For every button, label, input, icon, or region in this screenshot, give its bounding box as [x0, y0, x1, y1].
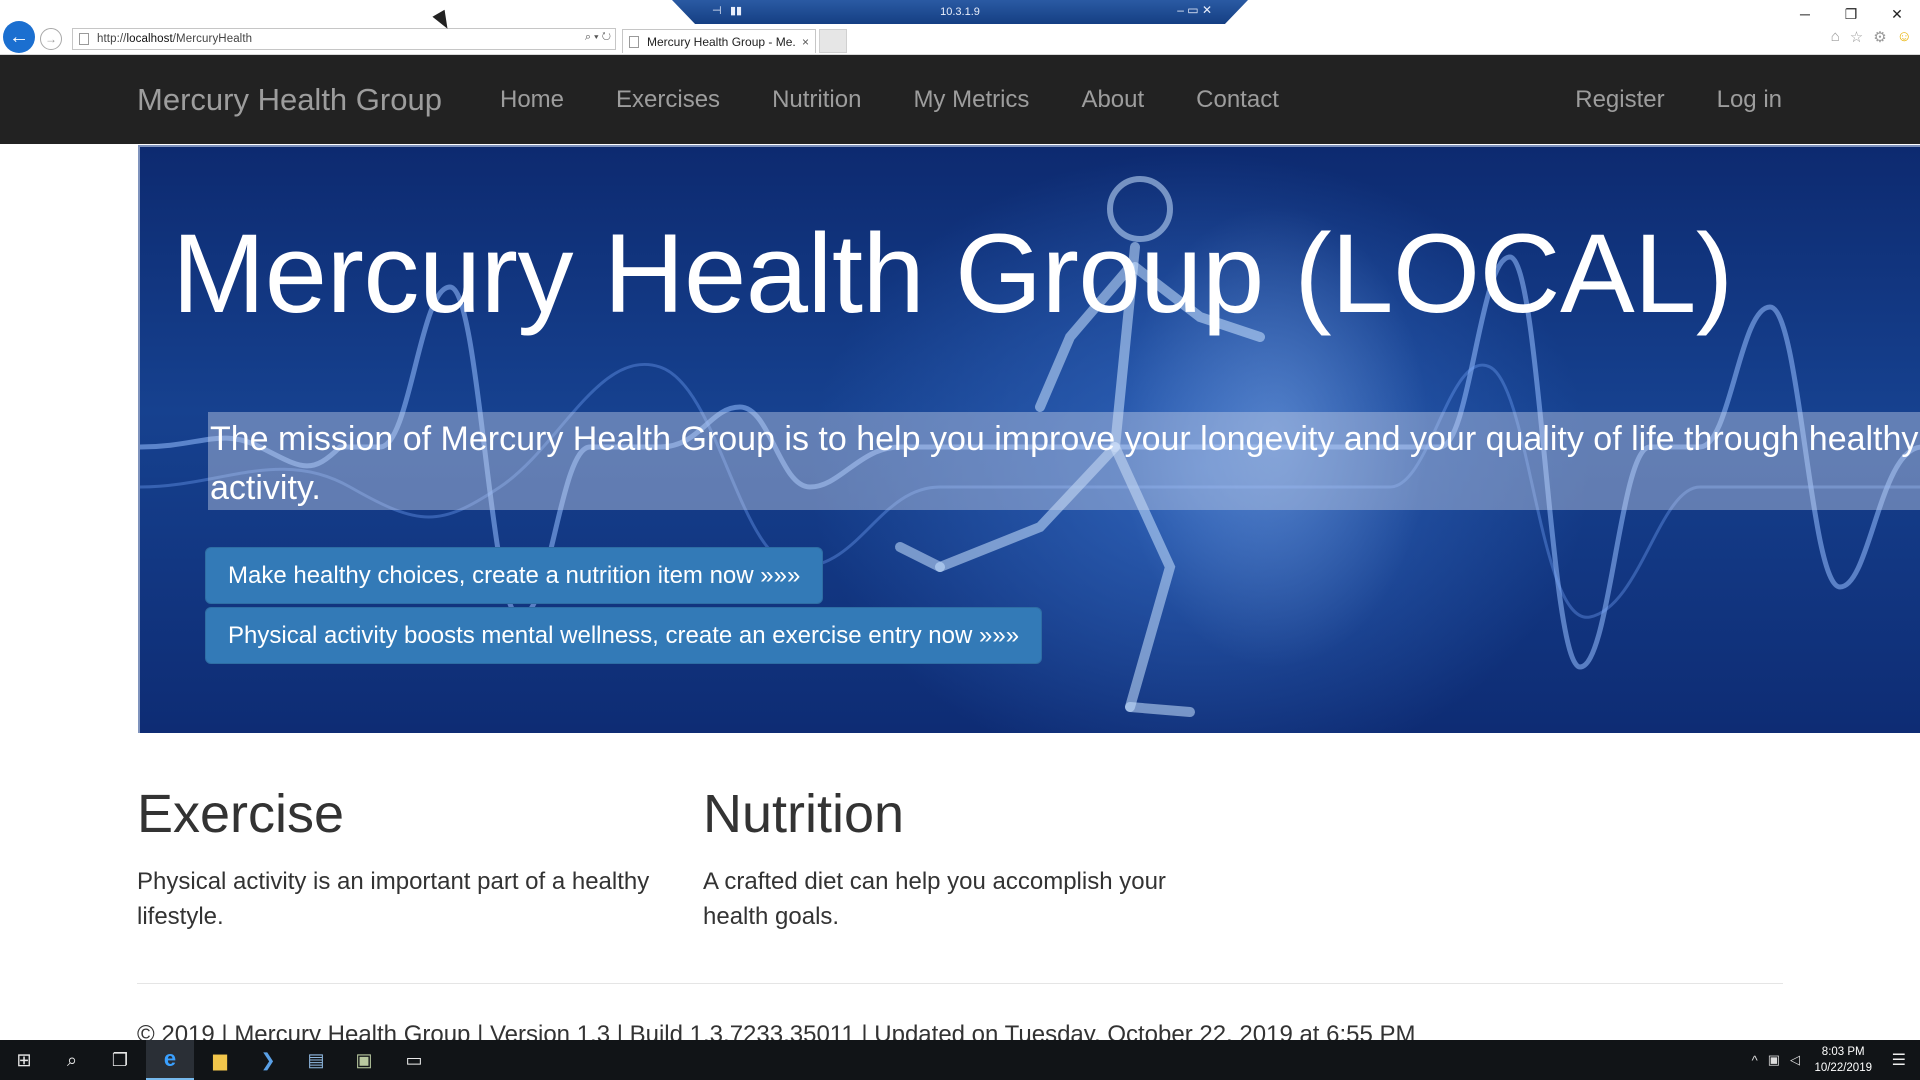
admin-tools-icon[interactable]: ▣	[340, 1040, 388, 1080]
url-path: /MercuryHealth	[172, 33, 253, 45]
browser-chrome: ← → http://localhost/MercuryHealth ⌕ ▾ ↻…	[0, 0, 1920, 55]
create-exercise-button[interactable]: Physical activity boosts mental wellness…	[205, 607, 1043, 664]
footer-divider	[137, 983, 1783, 984]
tray-chevron-icon[interactable]: ^	[1752, 1053, 1758, 1068]
account-links: Register Log in	[1575, 55, 1782, 144]
page-icon	[79, 33, 89, 45]
tab-title: Mercury Health Group - Me...	[647, 34, 796, 49]
site-brand[interactable]: Mercury Health Group	[137, 55, 442, 144]
clock-time: 8:03 PM	[1821, 1046, 1865, 1058]
nutrition-description: A crafted diet can help you accomplish y…	[703, 868, 1166, 930]
search-icon[interactable]: ⌕	[48, 1040, 96, 1080]
create-nutrition-button[interactable]: Make healthy choices, create a nutrition…	[205, 547, 824, 604]
hero-banner: Mercury Health Group (LOCAL) The mission…	[138, 145, 1920, 733]
remote-window-controls[interactable]: – ▭ ✕	[1177, 3, 1212, 17]
nav-home[interactable]: Home	[500, 55, 564, 144]
url-prefix: http://	[97, 33, 127, 45]
network-icon[interactable]: ▣	[1768, 1052, 1780, 1068]
nutrition-section: Nutrition A crafted diet can help you ac…	[703, 780, 1223, 934]
system-tray: ^ ▣ ◁	[1752, 1040, 1800, 1080]
command-prompt-icon[interactable]: ▭	[390, 1040, 438, 1080]
nav-links: Home Exercises Nutrition My Metrics Abou…	[500, 55, 1279, 144]
hero-title: Mercury Health Group (LOCAL)	[172, 211, 1733, 336]
mission-line-1: The mission of Mercury Health Group is t…	[210, 420, 1919, 458]
volume-icon[interactable]: ◁	[1790, 1052, 1800, 1068]
internet-explorer-icon[interactable]: e	[146, 1040, 194, 1080]
start-windows-icon[interactable]: ⊞	[0, 1040, 48, 1080]
address-url[interactable]: http://localhost/MercuryHealth	[97, 33, 252, 45]
nutrition-heading: Nutrition	[703, 784, 905, 844]
new-tab-button[interactable]	[819, 29, 847, 53]
browser-toolbar: ⌂ ☆ ⚙ ☺	[1831, 28, 1912, 46]
close-icon[interactable]: ✕	[1874, 2, 1920, 26]
nav-register[interactable]: Register	[1575, 55, 1664, 144]
exercise-section: Exercise Physical activity is an importa…	[137, 780, 657, 934]
nav-my-metrics[interactable]: My Metrics	[913, 55, 1029, 144]
url-host: localhost	[126, 33, 173, 45]
clock-date: 10/22/2019	[1814, 1062, 1872, 1074]
home-icon[interactable]: ⌂	[1831, 28, 1840, 46]
nav-exercises[interactable]: Exercises	[616, 55, 720, 144]
address-bar[interactable]: http://localhost/MercuryHealth ⌕ ▾ ↻	[72, 28, 616, 50]
mission-statement: The mission of Mercury Health Group is t…	[210, 415, 1920, 513]
file-explorer-icon[interactable]: ▆	[196, 1040, 244, 1080]
action-center-icon[interactable]: ☰	[1892, 1050, 1906, 1070]
settings-gear-icon[interactable]: ⚙	[1873, 28, 1886, 46]
feedback-smiley-icon[interactable]: ☺	[1897, 28, 1912, 46]
nav-about[interactable]: About	[1081, 55, 1144, 144]
windows-taskbar: ⊞ ⌕ ❐ e ▆ ❯ ▤ ▣ ▭ ^ ▣ ◁ 8:03 PM 10/22/20…	[0, 1040, 1920, 1080]
address-tools-icon[interactable]: ⌕ ▾ ↻	[585, 31, 611, 44]
window-controls: ─ ❐ ✕	[1782, 2, 1920, 26]
restore-icon[interactable]: ❐	[1828, 2, 1874, 26]
nav-contact[interactable]: Contact	[1196, 55, 1279, 144]
back-arrow-icon[interactable]: ←	[3, 21, 35, 53]
remote-ip: 10.3.1.9	[940, 6, 980, 18]
remote-desktop-bar: ⊣ ▮▮ 10.3.1.9 – ▭ ✕	[672, 0, 1248, 24]
taskbar-clock[interactable]: 8:03 PM 10/22/2019	[1814, 1044, 1872, 1076]
tab-mercury-health[interactable]: Mercury Health Group - Me... ×	[622, 29, 816, 53]
page-icon	[629, 35, 639, 48]
nav-nutrition[interactable]: Nutrition	[772, 55, 861, 144]
task-view-icon[interactable]: ❐	[96, 1040, 144, 1080]
favorites-star-icon[interactable]: ☆	[1850, 28, 1863, 46]
forward-arrow-icon[interactable]: →	[40, 28, 62, 50]
mission-line-2: activity.	[210, 469, 321, 507]
exercise-description: Physical activity is an important part o…	[137, 868, 650, 930]
server-manager-icon[interactable]: ▤	[292, 1040, 340, 1080]
powershell-icon[interactable]: ❯	[244, 1040, 292, 1080]
minimize-icon[interactable]: ─	[1782, 2, 1828, 26]
tab-close-icon[interactable]: ×	[802, 35, 809, 49]
nav-login[interactable]: Log in	[1717, 55, 1782, 144]
site-navbar: Mercury Health Group Home Exercises Nutr…	[0, 55, 1920, 144]
exercise-heading: Exercise	[137, 784, 345, 844]
